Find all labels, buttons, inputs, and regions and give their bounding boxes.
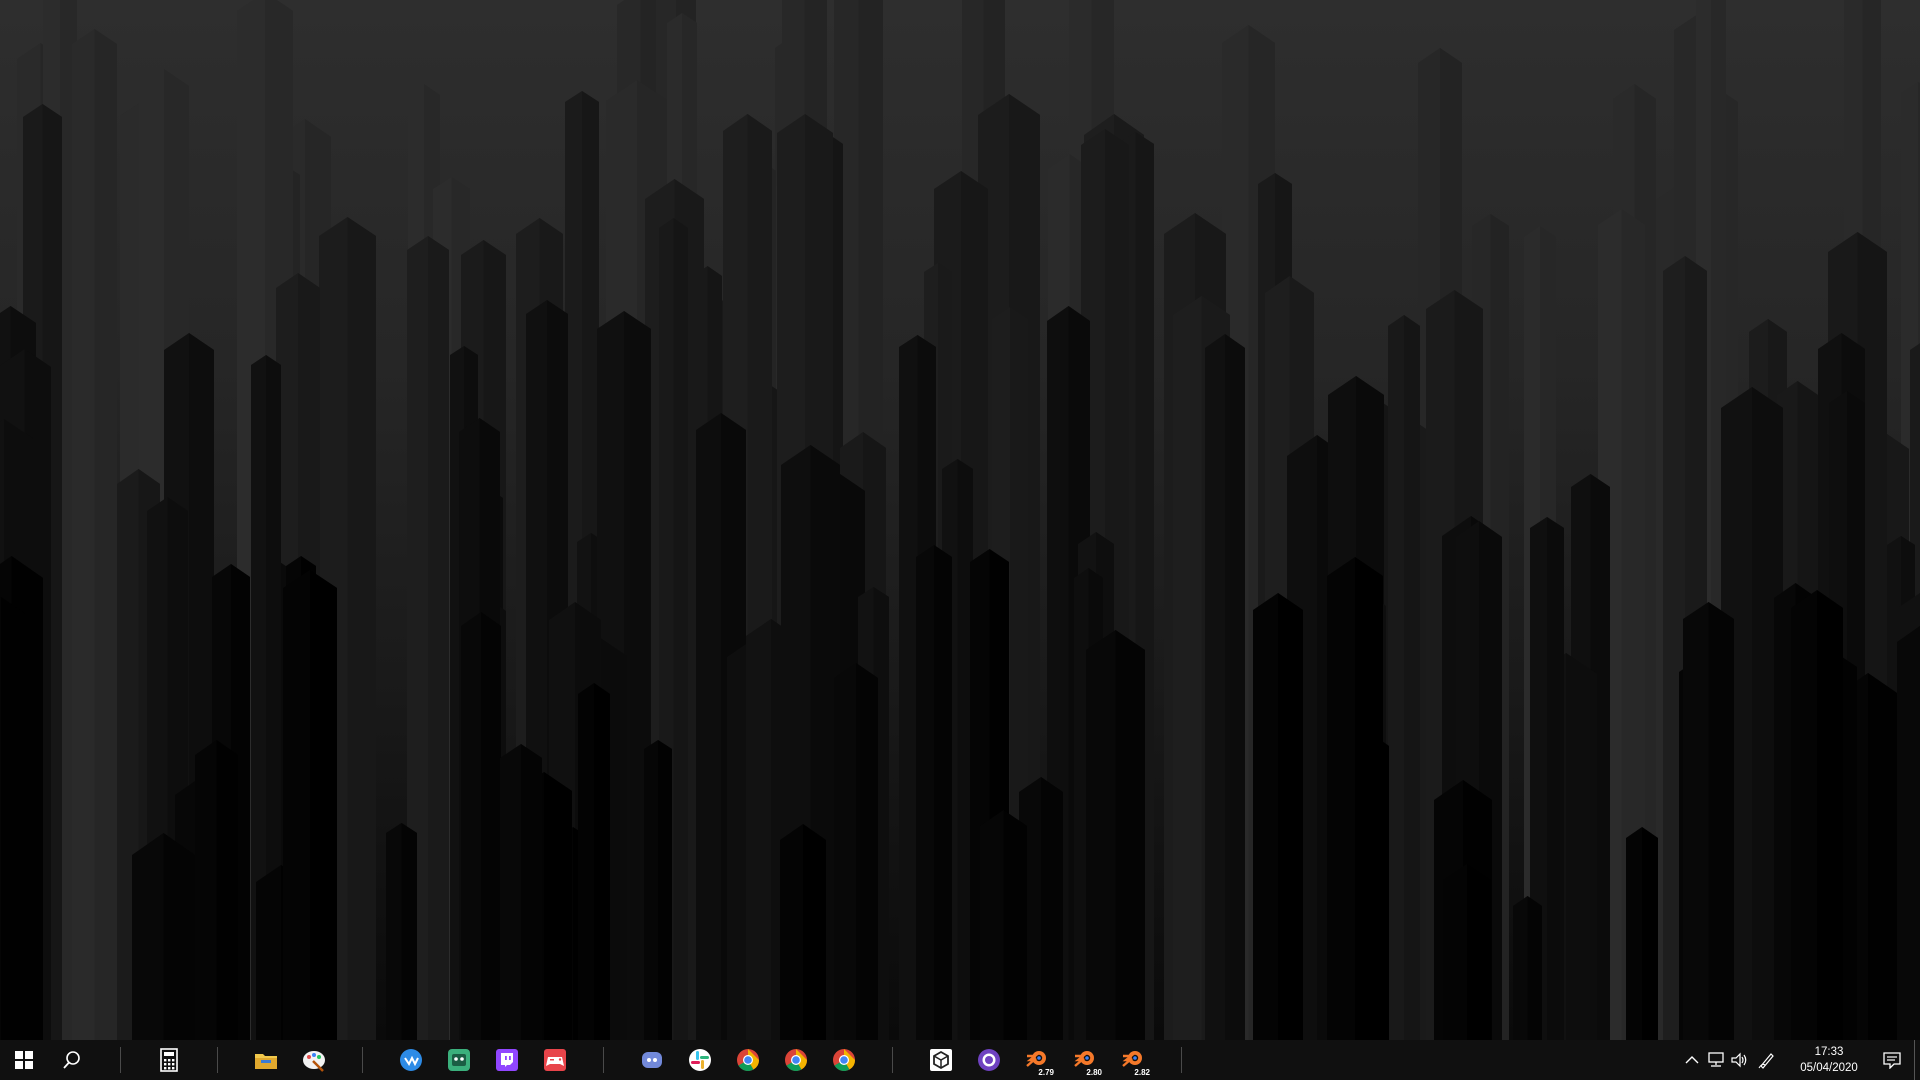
blue-circle-app-icon <box>400 1049 422 1071</box>
wallpaper-pillar-facet <box>803 824 826 1040</box>
wallpaper-pillar-facet <box>658 740 672 1040</box>
taskbar-app-unity[interactable] <box>917 1040 965 1080</box>
taskbar-separator <box>892 1047 893 1073</box>
clock-time: 17:33 <box>1814 1046 1844 1058</box>
wallpaper-pillar-facet <box>1355 557 1383 1040</box>
version-badge: 2.79 <box>1038 1068 1054 1077</box>
taskbar-separator <box>217 1047 218 1073</box>
windows-logo-icon <box>15 1051 33 1069</box>
system-tray: 17:33 05/04/2020 <box>1680 1040 1920 1080</box>
wallpaper-pillar-facet <box>1225 334 1245 1040</box>
wallpaper-pillar-facet <box>1527 896 1542 1040</box>
show-desktop-button[interactable] <box>1914 1040 1920 1080</box>
wallpaper-pillar-facet <box>856 663 878 1040</box>
wallpaper-pillar-facet <box>1566 653 1597 1040</box>
unity-icon <box>930 1049 952 1071</box>
wallpaper-pillar-facet <box>1115 630 1145 1040</box>
green-square-app-icon <box>448 1049 470 1071</box>
taskbar-separator <box>603 1047 604 1073</box>
clock[interactable]: 17:33 05/04/2020 <box>1788 1040 1870 1080</box>
calculator-icon <box>160 1048 178 1072</box>
chrome-icon <box>833 1049 855 1071</box>
wallpaper-pillar-facet <box>673 218 688 1040</box>
slack-icon <box>689 1049 711 1071</box>
show-hidden-icons-button[interactable] <box>1680 1040 1704 1080</box>
taskbar-separator <box>362 1047 363 1073</box>
wallpaper-pillar-facet <box>544 772 572 1040</box>
game-controller-icon <box>544 1049 566 1071</box>
wallpaper-pillar-facet <box>1003 810 1027 1040</box>
wallpaper-pillar-facet <box>1642 827 1658 1040</box>
wallpaper-pillar-facet <box>1041 777 1063 1040</box>
discord-icon <box>642 1052 662 1068</box>
wallpaper-pillar-facet <box>1547 517 1564 1040</box>
taskbar-app-twitch[interactable] <box>483 1040 531 1080</box>
clock-date: 05/04/2020 <box>1800 1062 1858 1074</box>
wallpaper-pillar-facet <box>310 570 337 1040</box>
wallpaper-pillar-facet <box>1467 864 1491 1040</box>
taskbar-app-blender-280[interactable]: 2.80 <box>1061 1040 1109 1080</box>
taskbar-app-app-purple-circle[interactable] <box>965 1040 1013 1080</box>
wallpaper-pillar-facet <box>347 217 376 1040</box>
wallpaper-pillar-facet <box>1868 673 1897 1040</box>
chrome-icon <box>785 1049 807 1071</box>
taskbar-app-paint-app[interactable] <box>290 1040 338 1080</box>
wallpaper-pillar-facet <box>428 236 449 1040</box>
folder-icon <box>255 1054 277 1069</box>
search-button[interactable] <box>48 1040 96 1080</box>
taskbar-separator <box>120 1047 121 1073</box>
wallpaper-pillar-facet <box>216 740 238 1040</box>
version-badge: 2.82 <box>1134 1068 1150 1077</box>
taskbar-app-chrome-profile-2[interactable] <box>772 1040 820 1080</box>
taskbar-app-chrome-profile-1[interactable] <box>724 1040 772 1080</box>
taskbar-app-calculator[interactable] <box>145 1040 193 1080</box>
chrome-icon <box>737 1049 759 1071</box>
pen-icon <box>1758 1053 1774 1069</box>
pen-workspace-button[interactable] <box>1752 1040 1782 1080</box>
start-button[interactable] <box>0 1040 48 1080</box>
twitch-icon <box>496 1049 518 1071</box>
taskbar: 2.79 2.80 2.82 17:33 05/04/2020 <box>0 1040 1920 1080</box>
taskbar-app-slack[interactable] <box>676 1040 724 1080</box>
wallpaper-pillar-facet <box>1817 590 1843 1040</box>
wallpaper-pillar-facet <box>934 545 952 1040</box>
desktop-wallpaper <box>0 0 1920 1040</box>
version-badge: 2.80 <box>1086 1068 1102 1077</box>
wallpaper-pillar-facet <box>94 29 117 1040</box>
search-icon <box>63 1051 80 1069</box>
taskbar-app-file-explorer[interactable] <box>242 1040 290 1080</box>
network-button[interactable] <box>1704 1040 1728 1080</box>
wallpaper-pillar-facet <box>521 744 542 1040</box>
taskbar-app-app-blue-circle[interactable] <box>387 1040 435 1080</box>
wallpaper-pillar-facet <box>481 612 501 1040</box>
taskbar-app-discord[interactable] <box>628 1040 676 1080</box>
wallpaper-pillar-facet <box>1708 602 1734 1040</box>
purple-circle-app-icon <box>978 1049 1000 1071</box>
taskbar-separator <box>1181 1047 1182 1073</box>
wallpaper-pillar-facet <box>163 833 195 1040</box>
wallpaper-pillar-facet <box>594 683 610 1040</box>
taskbar-app-game-controller[interactable] <box>531 1040 579 1080</box>
notification-icon <box>1883 1052 1901 1069</box>
taskbar-app-blender-282[interactable]: 2.82 <box>1109 1040 1157 1080</box>
wallpaper-pillar-facet <box>1404 315 1420 1040</box>
paint-palette-icon <box>303 1051 325 1072</box>
taskbar-app-app-green-square[interactable] <box>435 1040 483 1080</box>
wallpaper-pillar-facet <box>401 823 417 1040</box>
taskbar-app-blender-279[interactable]: 2.79 <box>1013 1040 1061 1080</box>
wallpaper-pillar-facet <box>1 597 27 1040</box>
wallpaper-pillar-facet <box>1278 593 1303 1040</box>
chevron-up-icon <box>1685 1056 1699 1064</box>
volume-button[interactable] <box>1728 1040 1752 1080</box>
network-icon <box>1708 1052 1724 1067</box>
wallpaper-pillars <box>0 0 1920 1040</box>
volume-icon <box>1731 1052 1747 1068</box>
action-center-button[interactable] <box>1870 1040 1914 1080</box>
taskbar-app-chrome[interactable] <box>820 1040 868 1080</box>
wallpaper-pillar <box>1897 625 1920 1040</box>
